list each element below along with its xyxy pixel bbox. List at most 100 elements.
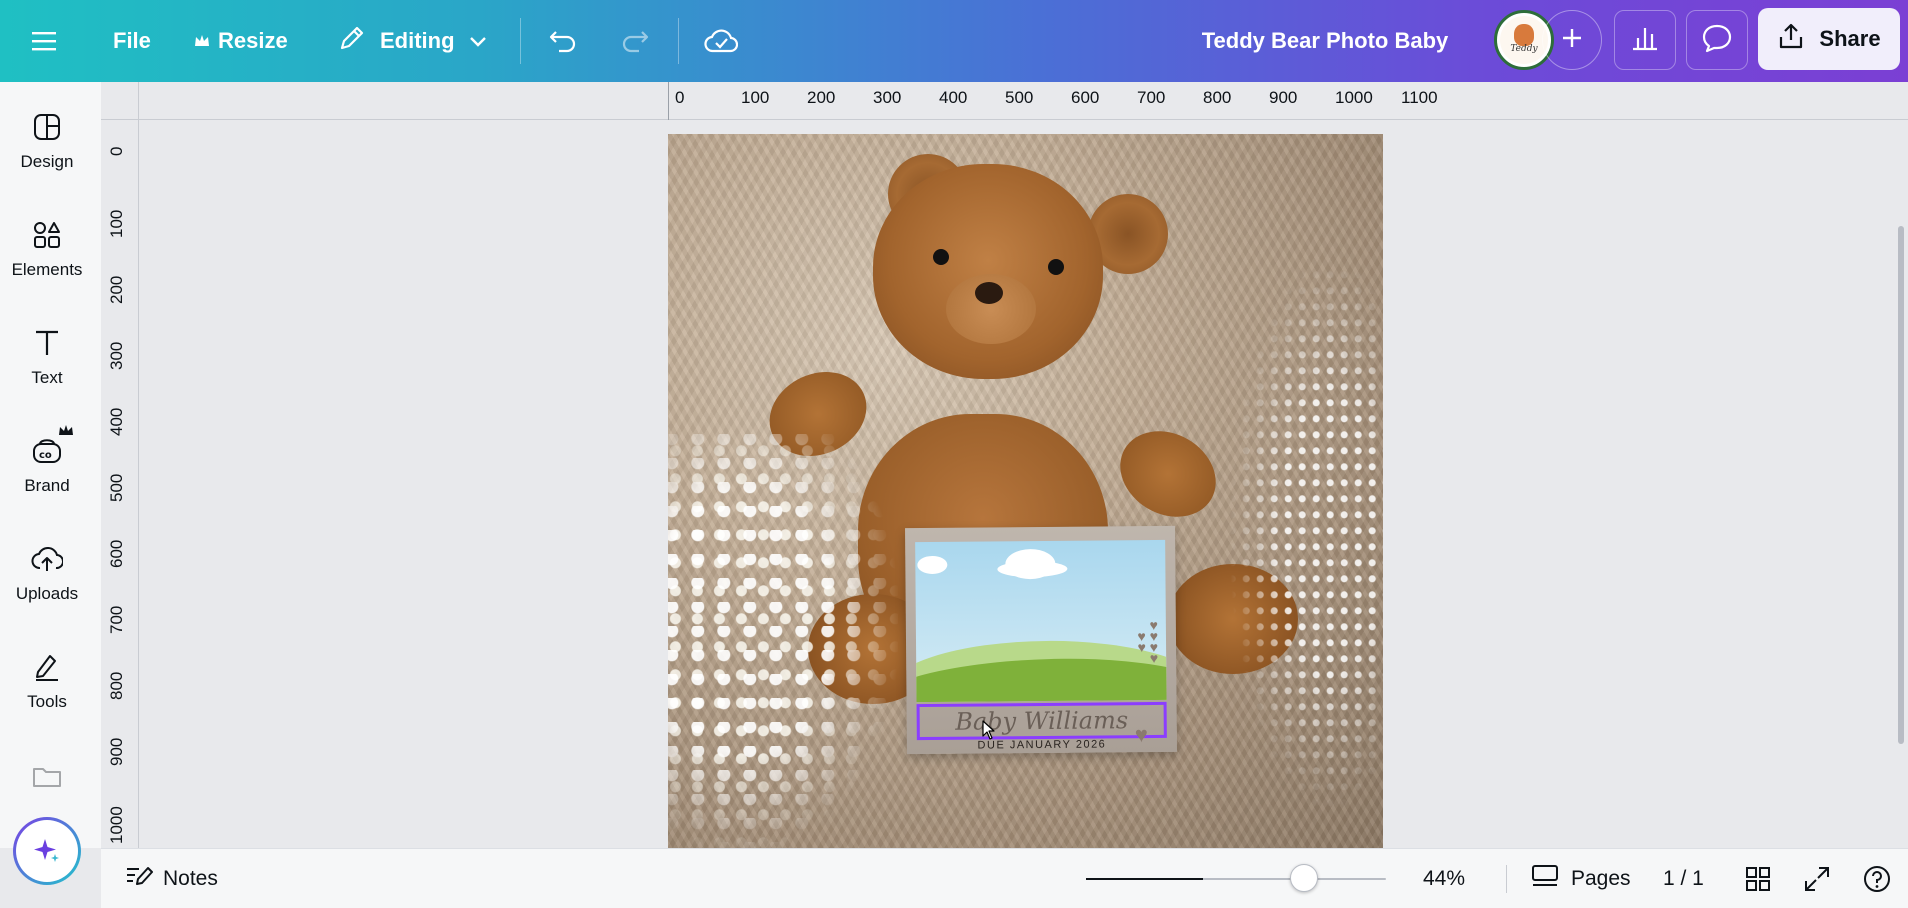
undo-icon[interactable] — [548, 0, 578, 82]
ruler-label: 200 — [807, 88, 836, 107]
bottombar-divider — [1506, 865, 1507, 893]
sidebar-item-tools[interactable]: Tools — [0, 632, 94, 732]
ruler-label: 600 — [1071, 88, 1100, 107]
chevron-down-icon — [469, 28, 487, 54]
mouse-cursor — [982, 720, 996, 745]
sidebar-item-label: Text — [31, 368, 63, 387]
magic-assistant-button[interactable] — [13, 817, 81, 885]
insights-button[interactable] — [1614, 10, 1676, 70]
add-collaborator-button[interactable] — [1542, 10, 1602, 70]
sidebar-item-text[interactable]: Text — [0, 308, 94, 408]
top-toolbar: File Resize Editing Teddy Bear Photo Bab… — [0, 0, 1908, 82]
avatar-image: Teddy — [1500, 16, 1548, 64]
zoom-percentage: 44% — [1423, 867, 1466, 890]
pages-icon — [1531, 864, 1559, 894]
crown-icon — [58, 424, 74, 437]
file-menu-button[interactable]: File — [113, 0, 151, 82]
bar-chart-icon — [1630, 24, 1660, 57]
ruler-label: 1000 — [1335, 88, 1373, 107]
page-indicator[interactable]: 1 / 1 — [1663, 849, 1704, 908]
card-landscape-image: ♥ ♥ ♥ ♥ ♥ ♥ — [915, 539, 1167, 703]
cloud-shape — [997, 560, 1068, 578]
sparkle-icon — [16, 820, 78, 882]
ruler-label: 400 — [939, 88, 968, 107]
fullscreen-icon[interactable] — [1803, 849, 1831, 908]
ruler-label: 700 — [107, 605, 126, 634]
shapes-icon — [32, 220, 62, 250]
toolbar-divider — [520, 18, 521, 64]
ruler-label: 900 — [1269, 88, 1298, 107]
sidebar-item-label: Uploads — [15, 584, 79, 603]
ruler-label: 500 — [107, 473, 126, 502]
folder-icon[interactable] — [32, 766, 62, 793]
pencil-icon — [338, 24, 366, 58]
ruler-corner — [101, 82, 139, 120]
cloud-check-icon[interactable] — [704, 0, 738, 82]
ruler-label: 800 — [107, 671, 126, 700]
plus-icon — [1561, 27, 1583, 54]
text-icon — [32, 328, 62, 358]
ruler-label: 800 — [1203, 88, 1232, 107]
toolbar-divider — [678, 18, 679, 64]
selected-name-textbox[interactable]: Baby Williams — [916, 701, 1167, 741]
ruler-label: 400 — [107, 407, 126, 436]
ruler-origin-tick — [668, 82, 669, 120]
vertical-ruler: 0 100 200 300 400 500 600 700 800 900 10… — [101, 120, 139, 848]
comment-button[interactable] — [1686, 10, 1748, 70]
grid-view-icon[interactable] — [1745, 849, 1771, 908]
editing-label: Editing — [380, 28, 455, 53]
design-title[interactable]: Teddy Bear Photo Baby — [1190, 0, 1460, 82]
ruler-label: 300 — [873, 88, 902, 107]
babys-breath-flowers — [1228, 254, 1383, 814]
editing-mode-button[interactable]: Editing — [338, 0, 487, 82]
upload-cloud-icon — [31, 544, 63, 574]
share-label: Share — [1819, 26, 1881, 51]
ruler-label: 1100 — [1401, 88, 1438, 107]
zoom-slider[interactable] — [1086, 878, 1386, 880]
zoom-value[interactable]: 44% — [1423, 849, 1465, 908]
page-count: 1 / 1 — [1663, 867, 1704, 890]
hearts-decoration: ♥ ♥ ♥ ♥ ♥ ♥ — [1137, 616, 1159, 667]
layout-icon — [32, 112, 62, 142]
ruler-label: 900 — [107, 737, 126, 766]
zoom-slider-thumb[interactable] — [1290, 864, 1318, 892]
redo-icon[interactable] — [620, 0, 650, 82]
brand-icon: co — [31, 436, 63, 466]
due-date-text[interactable]: DUE JANUARY 2026 — [917, 738, 1167, 752]
sidebar-item-uploads[interactable]: Uploads — [0, 524, 94, 624]
pages-button[interactable]: Pages — [1531, 849, 1631, 908]
help-icon[interactable] — [1863, 849, 1891, 908]
sidebar-item-label: Elements — [11, 260, 83, 279]
notes-icon — [125, 864, 153, 894]
ruler-label: 300 — [107, 341, 126, 370]
comment-icon — [1701, 23, 1733, 58]
sidebar-item-design[interactable]: Design — [0, 92, 94, 192]
resize-label: Resize — [218, 28, 288, 53]
zoom-slider-fill — [1086, 878, 1203, 880]
teddy-bear-eye — [1048, 259, 1064, 275]
ruler-label: 600 — [107, 539, 126, 568]
bottom-toolbar: Notes 44% Pages 1 / 1 — [101, 848, 1908, 908]
ruler-label: 100 — [107, 209, 126, 238]
resize-button[interactable]: Resize — [194, 0, 288, 82]
sidebar-item-label: Brand — [24, 476, 70, 495]
share-button[interactable]: Share — [1758, 8, 1900, 70]
file-label: File — [113, 28, 151, 53]
menu-icon[interactable] — [30, 0, 58, 82]
sidebar-item-label: Tools — [27, 692, 67, 711]
ruler-label: 700 — [1137, 88, 1166, 107]
horizontal-ruler: 0 100 200 300 400 500 600 700 800 900 10… — [101, 82, 1908, 120]
sidebar-item-elements[interactable]: Elements — [0, 200, 94, 300]
crown-icon — [194, 28, 210, 54]
notes-button[interactable]: Notes — [125, 849, 218, 908]
design-canvas[interactable]: ♥ ♥ ♥ ♥ ♥ ♥ Baby Williams DUE JANUARY 2026 … — [668, 134, 1383, 848]
vertical-scrollbar[interactable] — [1898, 226, 1904, 744]
polaroid-card[interactable]: ♥ ♥ ♥ ♥ ♥ ♥ Baby Williams DUE JANUARY 2026 … — [905, 525, 1177, 755]
ruler-label: 0 — [107, 146, 126, 156]
avatar-text: Teddy — [1510, 44, 1538, 54]
sidebar-item-brand[interactable]: co Brand — [0, 416, 94, 516]
left-sidebar: Design Elements Text co Brand Uploads To… — [0, 82, 101, 848]
pages-label: Pages — [1571, 867, 1631, 890]
svg-text:co: co — [39, 450, 52, 461]
ruler-label: 500 — [1005, 88, 1034, 107]
